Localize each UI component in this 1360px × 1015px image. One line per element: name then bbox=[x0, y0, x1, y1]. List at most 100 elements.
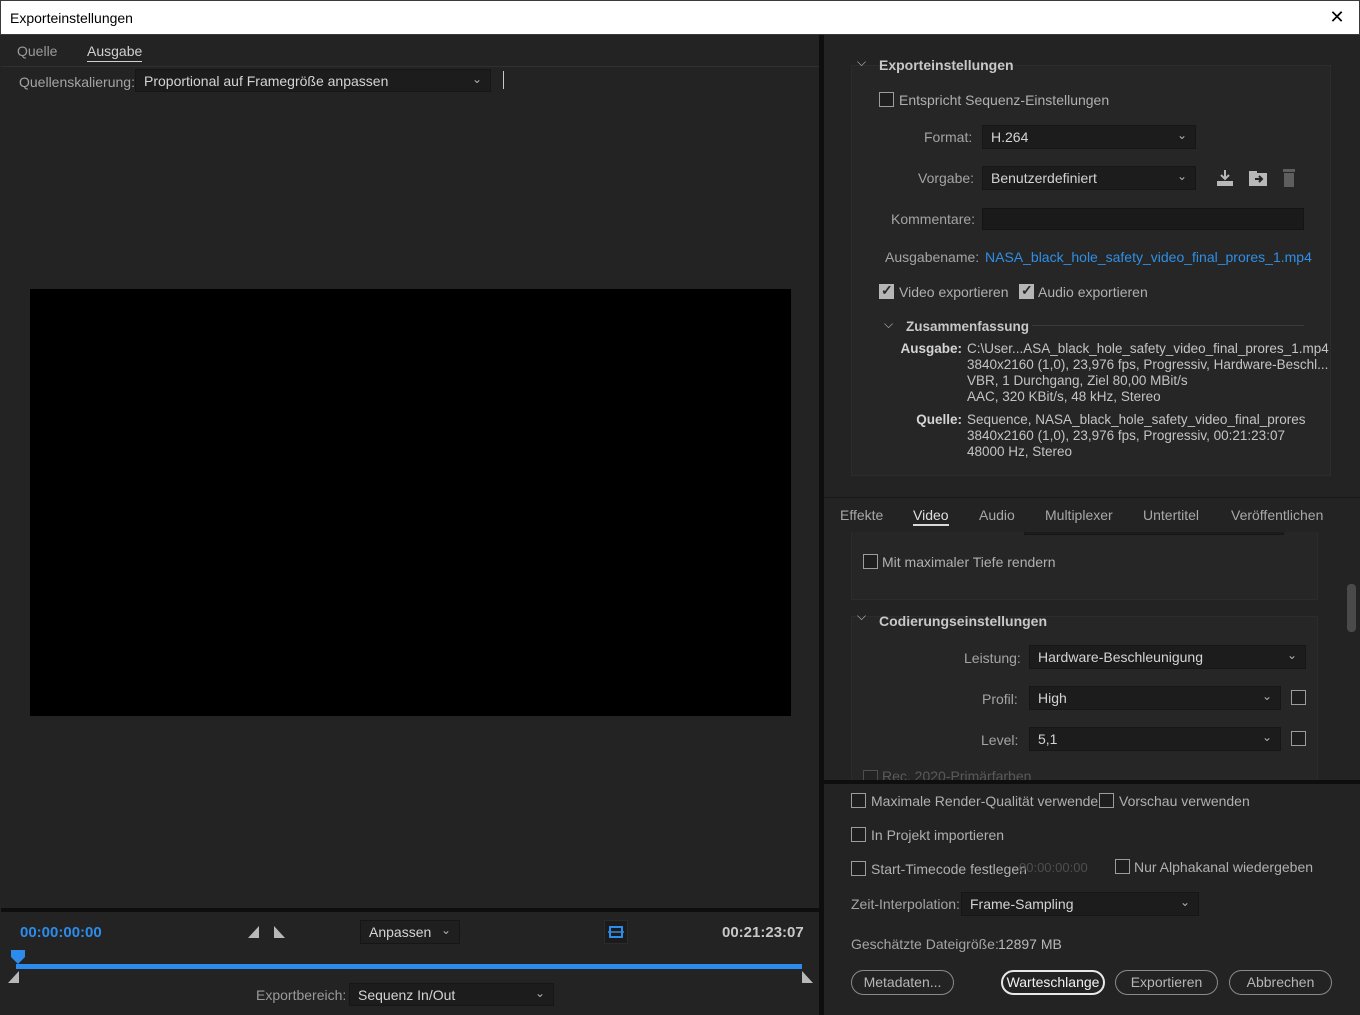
scrollbar-thumb[interactable] bbox=[1347, 584, 1356, 632]
source-scaling-dropdown[interactable]: Proportional auf Framegröße anpassen ⌄ bbox=[135, 69, 491, 92]
preset-label: Vorgabe: bbox=[918, 170, 975, 186]
out-point-marker-icon[interactable] bbox=[800, 970, 814, 984]
format-label: Format: bbox=[924, 129, 973, 145]
use-preview-label: Vorschau verwenden bbox=[1119, 793, 1250, 809]
time-interpolation-dropdown[interactable]: Frame-Sampling ⌄ bbox=[961, 892, 1199, 916]
format-value: H.264 bbox=[991, 129, 1029, 145]
max-render-quality-label: Maximale Render-Qualität verwenden bbox=[871, 793, 1106, 809]
tab-multiplexer[interactable]: Multiplexer bbox=[1045, 507, 1113, 523]
source-scaling-label: Quellenskalierung: bbox=[19, 74, 135, 90]
aspect-toggle-button[interactable] bbox=[604, 920, 628, 944]
export-audio-label: Audio exportieren bbox=[1038, 284, 1148, 300]
max-depth-checkbox[interactable] bbox=[863, 554, 878, 569]
tabs-top-rule bbox=[824, 497, 1360, 498]
max-render-quality-checkbox[interactable] bbox=[851, 793, 866, 808]
summary-source-line: 3840x2160 (1,0), 23,976 fps, Progressiv,… bbox=[967, 428, 1285, 443]
chevron-down-icon[interactable]: ⌵ bbox=[857, 609, 866, 624]
start-timecode-label: Start-Timecode festlegen bbox=[871, 861, 1027, 877]
comments-input[interactable] bbox=[982, 208, 1304, 230]
preview-divider bbox=[1, 908, 819, 912]
time-interpolation-label: Zeit-Interpolation: bbox=[851, 896, 960, 912]
match-sequence-label: Entspricht Sequenz-Einstellungen bbox=[899, 92, 1110, 108]
preset-dropdown[interactable]: Benutzerdefiniert ⌄ bbox=[982, 166, 1196, 190]
settings-panel: ⌵ Exporteinstellungen Entspricht Sequenz… bbox=[824, 35, 1360, 780]
match-sequence-checkbox[interactable] bbox=[879, 92, 894, 107]
estimated-filesize-label: Geschätzte Dateigröße: bbox=[851, 936, 999, 952]
alpha-only-checkbox[interactable] bbox=[1115, 859, 1130, 874]
coding-settings-header: Codierungseinstellungen bbox=[879, 613, 1048, 629]
output-name-link[interactable]: NASA_black_hole_safety_video_final_prore… bbox=[985, 249, 1312, 265]
in-point-marker-icon[interactable] bbox=[7, 970, 21, 984]
level-dropdown[interactable]: 5,1 ⌄ bbox=[1029, 727, 1281, 751]
level-value: 5,1 bbox=[1038, 731, 1058, 747]
tab-captions[interactable]: Untertitel bbox=[1143, 507, 1199, 523]
metadata-button[interactable]: Metadaten... bbox=[851, 970, 954, 995]
video-preview bbox=[30, 289, 791, 716]
chevron-down-icon: ⌄ bbox=[534, 986, 545, 1000]
source-scaling-value: Proportional auf Framegröße anpassen bbox=[144, 73, 389, 89]
video-settings-scroll[interactable]: Mit maximaler Tiefe rendern ⌵ Codierungs… bbox=[824, 532, 1348, 780]
format-dropdown[interactable]: H.264 ⌄ bbox=[982, 125, 1196, 149]
clipped-dropdown[interactable] bbox=[1024, 532, 1284, 535]
level-checkbox[interactable] bbox=[1291, 731, 1306, 746]
chevron-down-icon: ⌄ bbox=[1286, 648, 1297, 662]
export-audio-checkbox[interactable] bbox=[1019, 282, 1034, 299]
export-button[interactable]: Exportieren bbox=[1115, 970, 1218, 995]
aspect-toggle-icon bbox=[608, 926, 624, 938]
title-bar: Exporteinstellungen ✕ bbox=[0, 0, 1360, 35]
tab-output[interactable]: Ausgabe bbox=[87, 43, 143, 62]
use-preview-checkbox[interactable] bbox=[1099, 793, 1114, 808]
tab-effects[interactable]: Effekte bbox=[840, 507, 883, 523]
current-time[interactable]: 00:00:00:00 bbox=[20, 924, 102, 941]
export-range-dropdown[interactable]: Sequenz In/Out ⌄ bbox=[349, 983, 554, 1006]
tab-audio[interactable]: Audio bbox=[979, 507, 1015, 523]
summary-output-line: VBR, 1 Durchgang, Ziel 80,00 MBit/s bbox=[967, 373, 1188, 388]
export-settings-header: Exporteinstellungen bbox=[879, 57, 1014, 73]
playhead-icon[interactable] bbox=[10, 949, 26, 969]
window-title: Exporteinstellungen bbox=[10, 10, 133, 26]
cancel-button[interactable]: Abbrechen bbox=[1229, 970, 1332, 995]
import-project-checkbox[interactable] bbox=[851, 827, 866, 842]
export-range-value: Sequenz In/Out bbox=[358, 987, 456, 1003]
queue-button[interactable]: Warteschlange bbox=[1001, 970, 1105, 995]
import-preset-icon[interactable] bbox=[1247, 168, 1269, 188]
chevron-down-icon[interactable]: ⌵ bbox=[884, 317, 893, 332]
tab-divider bbox=[1, 66, 819, 67]
mark-in-icon[interactable] bbox=[247, 925, 261, 939]
chevron-down-icon: ⌄ bbox=[1261, 730, 1272, 744]
close-icon[interactable]: ✕ bbox=[1327, 7, 1347, 27]
rec2020-checkbox[interactable] bbox=[863, 770, 878, 780]
chevron-down-icon: ⌄ bbox=[1179, 895, 1190, 909]
export-video-label: Video exportieren bbox=[899, 284, 1009, 300]
performance-label: Leistung: bbox=[964, 650, 1021, 666]
comments-label: Kommentare: bbox=[891, 211, 976, 227]
summary-output-line: AAC, 320 KBit/s, 48 kHz, Stereo bbox=[967, 389, 1161, 404]
profile-dropdown[interactable]: High ⌄ bbox=[1029, 686, 1281, 710]
chevron-down-icon: ⌄ bbox=[440, 923, 451, 937]
time-interpolation-value: Frame-Sampling bbox=[970, 896, 1074, 912]
chevron-down-icon[interactable]: ⌵ bbox=[857, 55, 866, 70]
tab-source[interactable]: Quelle bbox=[17, 43, 57, 59]
summary-output-line: C:\User...ASA_black_hole_safety_video_fi… bbox=[967, 341, 1329, 356]
tab-video[interactable]: Video bbox=[913, 507, 949, 526]
timeline-scrubber[interactable] bbox=[16, 964, 802, 969]
performance-dropdown[interactable]: Hardware-Beschleunigung ⌄ bbox=[1029, 645, 1306, 669]
delete-preset-icon[interactable] bbox=[1280, 167, 1298, 189]
save-preset-icon[interactable] bbox=[1215, 168, 1235, 188]
mark-out-icon[interactable] bbox=[272, 925, 286, 939]
level-label: Level: bbox=[981, 732, 1019, 748]
chevron-down-icon: ⌄ bbox=[1176, 128, 1187, 142]
profile-checkbox[interactable] bbox=[1291, 690, 1306, 705]
start-timecode-checkbox[interactable] bbox=[851, 861, 866, 876]
max-depth-label: Mit maximaler Tiefe rendern bbox=[882, 554, 1056, 570]
tab-publish[interactable]: Veröffentlichen bbox=[1231, 507, 1323, 523]
preset-value: Benutzerdefiniert bbox=[991, 170, 1097, 186]
profile-value: High bbox=[1038, 690, 1067, 706]
fit-value: Anpassen bbox=[369, 924, 432, 940]
summary-source-line: 48000 Hz, Stereo bbox=[967, 444, 1073, 459]
summary-source-key: Quelle: bbox=[916, 412, 962, 427]
start-timecode-value[interactable]: 00:00:00:00 bbox=[1019, 860, 1088, 875]
summary-output-key: Ausgabe: bbox=[900, 341, 962, 356]
export-video-checkbox[interactable] bbox=[879, 282, 894, 299]
fit-dropdown[interactable]: Anpassen ⌄ bbox=[360, 920, 460, 944]
